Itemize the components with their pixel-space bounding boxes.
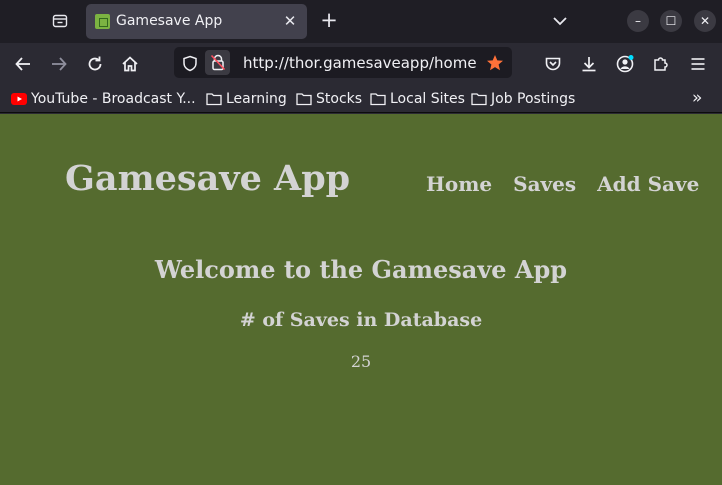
page-content: Gamesave App Home Saves Add Save Welcome… (0, 114, 722, 485)
close-window-button[interactable]: ✕ (694, 10, 716, 32)
reload-button[interactable] (82, 51, 108, 77)
close-icon: ✕ (699, 14, 711, 28)
pocket-icon (545, 57, 561, 71)
downloads-button[interactable] (576, 51, 602, 77)
list-all-tabs-button[interactable] (550, 11, 570, 31)
tab-strip: Gamesave App ✕ + – ☐ ✕ (0, 0, 722, 43)
minimize-icon: – (635, 14, 641, 28)
firefox-view-icon (52, 14, 68, 28)
bookmark-youtube[interactable]: YouTube - Broadcast Y... (11, 89, 196, 108)
site-security-button[interactable] (205, 50, 230, 75)
app-menu-button[interactable] (685, 51, 711, 77)
insecure-lock-icon (210, 54, 225, 71)
url-text[interactable]: http://thor.gamesaveapp/home (243, 54, 477, 72)
url-bar[interactable]: http://thor.gamesaveapp/home (174, 47, 512, 78)
tab-title: Gamesave App (116, 13, 223, 29)
forward-button[interactable] (46, 51, 72, 77)
nav-link-add-save[interactable]: Add Save (597, 172, 699, 196)
bookmark-local-sites[interactable]: Local Sites (370, 89, 465, 108)
home-icon (122, 56, 138, 72)
youtube-icon (11, 92, 27, 105)
pocket-button[interactable] (540, 51, 566, 77)
forward-arrow-icon (52, 57, 67, 71)
folder-icon (471, 92, 487, 105)
chevron-down-icon (553, 17, 567, 26)
bookmark-star-button[interactable] (485, 53, 505, 73)
maximize-icon: ☐ (665, 14, 677, 28)
back-arrow-icon (15, 57, 30, 71)
bookmarks-overflow-button[interactable]: » (692, 90, 712, 108)
reload-icon (88, 56, 102, 71)
puzzle-icon (654, 57, 668, 71)
folder-icon (206, 92, 222, 105)
home-button[interactable] (117, 51, 143, 77)
bookmark-label: Learning (226, 90, 287, 107)
saves-count-heading: # of Saves in Database (239, 309, 483, 331)
extensions-button[interactable] (648, 51, 674, 77)
firefox-view-button[interactable] (46, 8, 74, 34)
active-tab[interactable]: Gamesave App ✕ (86, 4, 307, 39)
bookmark-label: Local Sites (390, 90, 465, 107)
navigation-toolbar: http://thor.gamesaveapp/home (0, 43, 722, 84)
folder-icon (370, 92, 386, 105)
shield-icon (183, 55, 197, 71)
back-button[interactable] (10, 51, 36, 77)
bookmark-label: Stocks (316, 90, 363, 107)
hamburger-menu-icon (691, 58, 705, 70)
tracking-protection-button[interactable] (180, 53, 200, 73)
site-nav: Home Saves Add Save (426, 172, 699, 196)
gamesave-favicon-icon (95, 14, 110, 29)
bookmark-learning[interactable]: Learning (206, 89, 287, 108)
minimize-button[interactable]: – (627, 10, 649, 32)
bookmarks-toolbar: YouTube - Broadcast Y... Learning Stocks… (0, 84, 722, 113)
tab-close-icon[interactable]: ✕ (281, 12, 299, 30)
bookmark-job-postings[interactable]: Job Postings (471, 89, 575, 108)
account-icon (616, 55, 634, 73)
welcome-heading: Welcome to the Gamesave App (154, 255, 568, 284)
star-icon (487, 55, 503, 71)
maximize-button[interactable]: ☐ (660, 10, 682, 32)
nav-link-home[interactable]: Home (426, 172, 492, 196)
bookmark-label: Job Postings (491, 90, 576, 107)
download-icon (582, 57, 596, 72)
new-tab-button[interactable]: + (318, 9, 340, 33)
bookmark-label: YouTube - Broadcast Y... (31, 90, 196, 107)
nav-link-saves[interactable]: Saves (513, 172, 576, 196)
saves-count-value: 25 (350, 352, 372, 371)
account-button[interactable] (612, 51, 638, 77)
site-title: Gamesave App (65, 158, 351, 199)
bookmark-stocks[interactable]: Stocks (296, 89, 362, 108)
folder-icon (296, 92, 312, 105)
